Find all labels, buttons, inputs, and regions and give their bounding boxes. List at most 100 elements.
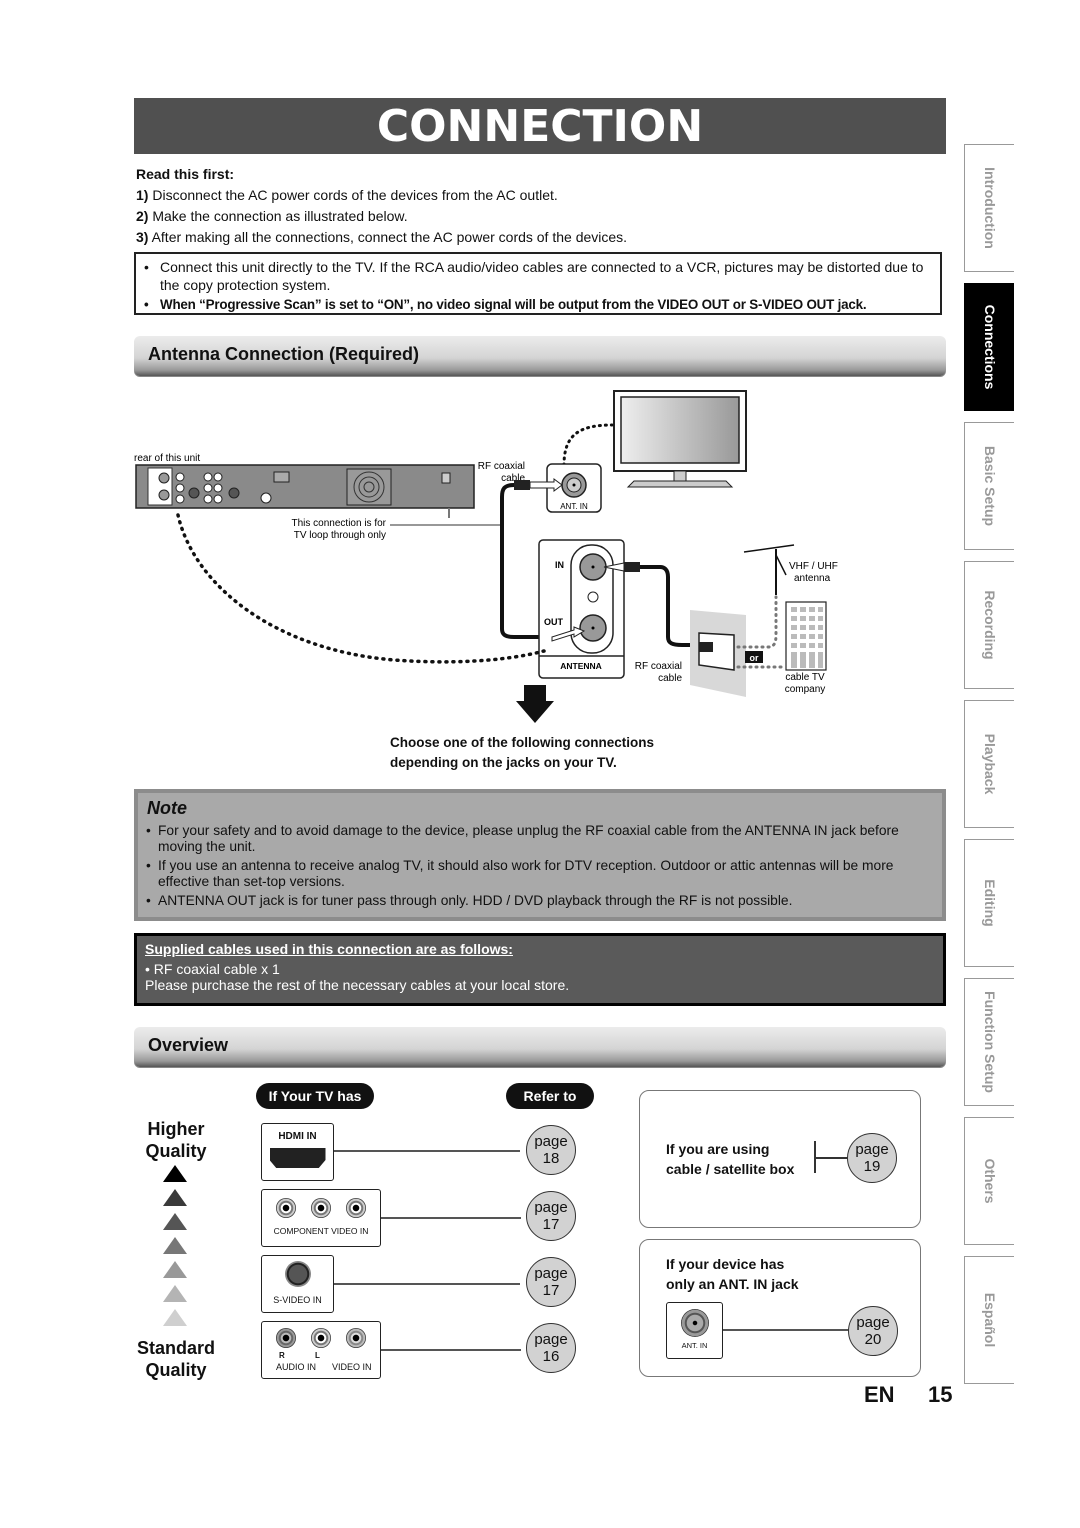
audio-video-jack-box: R L AUDIO IN VIDEO IN xyxy=(261,1321,381,1379)
step-1: 1) Disconnect the AC power cords of the … xyxy=(136,185,627,206)
cable-tv-label-2: company xyxy=(785,684,826,695)
component-jacks xyxy=(262,1198,380,1218)
cable-satellite-box: If you are using cable / satellite box p… xyxy=(639,1090,921,1228)
choose-line-2: depending on the jacks on your TV. xyxy=(390,755,617,770)
read-first-heading: Read this first: xyxy=(136,166,235,182)
tab-espanol[interactable]: Español xyxy=(964,1256,1014,1384)
video-in-label: VIDEO IN xyxy=(332,1362,372,1372)
svideo-jack-box: S-VIDEO IN xyxy=(261,1255,334,1313)
ant-only-line-1: If your device has xyxy=(666,1256,785,1272)
step-text: After making all the connections, connec… xyxy=(148,229,628,245)
audio-r-jack-icon xyxy=(275,1328,296,1348)
ant-only-text: If your device has only an ANT. IN jack xyxy=(666,1254,799,1294)
triangle-icon xyxy=(163,1165,187,1182)
standard-text: Standard xyxy=(136,1338,215,1358)
svideo-port-icon xyxy=(284,1261,311,1287)
vhf-label-2: antenna xyxy=(794,573,831,584)
note-title: Note xyxy=(147,798,187,818)
triangle-icon xyxy=(163,1285,187,1302)
choose-line-1: Choose one of the following connections xyxy=(390,735,654,750)
rf-cable-label-bottom-2: cable xyxy=(658,673,682,684)
connector-line xyxy=(381,1349,521,1351)
triangle-icon xyxy=(163,1237,187,1254)
step-2: 2) Make the connection as illustrated be… xyxy=(136,206,627,227)
antenna-connection-diagram: rear of this unit RF coaxial cable This … xyxy=(134,390,838,723)
tab-basic-setup[interactable]: Basic Setup xyxy=(964,422,1014,550)
tab-connections[interactable]: Connections xyxy=(964,283,1014,411)
cable-tv-label: cable TV xyxy=(785,672,825,683)
supplied-cables-box: Supplied cables used in this connection … xyxy=(134,933,946,1006)
step-number: 2) xyxy=(136,208,149,224)
page-word: page xyxy=(534,1133,568,1150)
tab-label: Español xyxy=(981,1292,998,1348)
note-item: If you use an antenna to receive analog … xyxy=(144,858,938,890)
cable-box-line-1: If you are using xyxy=(666,1141,770,1157)
tab-label: Connections xyxy=(981,304,998,390)
tab-label: Recording xyxy=(981,590,998,660)
page-title-bar: CONNECTION xyxy=(134,98,946,154)
footer-page-number: 15 xyxy=(928,1382,953,1407)
rca-jack-icon xyxy=(275,1198,296,1218)
r-label: R xyxy=(279,1351,285,1360)
down-arrow-icon xyxy=(516,685,554,723)
rca-jack-icon xyxy=(346,1198,367,1218)
page-word: page xyxy=(855,1141,889,1158)
page-ref-16[interactable]: page 16 xyxy=(526,1323,576,1373)
page-number: 19 xyxy=(863,1158,881,1175)
ant-in-label: ANT. IN xyxy=(560,502,588,511)
tab-others[interactable]: Others xyxy=(964,1117,1014,1245)
triangle-icon xyxy=(163,1261,187,1278)
connector-line xyxy=(334,1283,520,1285)
connector-line xyxy=(723,1329,849,1331)
component-label: COMPONENT VIDEO IN xyxy=(273,1226,369,1236)
page-number: 16 xyxy=(542,1348,560,1365)
tab-recording[interactable]: Recording xyxy=(964,561,1014,689)
page-word: page xyxy=(856,1314,890,1331)
tab-function-setup[interactable]: Function Setup xyxy=(964,978,1014,1106)
hdmi-jack-box: HDMI IN xyxy=(261,1123,334,1181)
note-list: For your safety and to avoid damage to t… xyxy=(144,823,938,912)
tab-playback[interactable]: Playback xyxy=(964,700,1014,828)
tab-editing[interactable]: Editing xyxy=(964,839,1014,967)
refer-to-pill: Refer to xyxy=(506,1083,594,1109)
step-3: 3) After making all the connections, con… xyxy=(136,227,627,248)
step-text: Make the connection as illustrated below… xyxy=(148,208,408,224)
audio-l-jack-icon xyxy=(310,1328,331,1348)
cable-box-text: If you are using cable / satellite box xyxy=(666,1139,794,1179)
tab-label: Introduction xyxy=(981,167,998,249)
ant-in-label: ANT. IN xyxy=(681,1341,708,1350)
triangle-icon xyxy=(163,1309,187,1326)
page-ref-18[interactable]: page 18 xyxy=(526,1125,576,1175)
tv-illustration xyxy=(613,390,747,488)
footer-language: EN xyxy=(864,1382,895,1407)
tab-label: Editing xyxy=(981,879,998,927)
page-ref-17-svideo[interactable]: page 17 xyxy=(526,1257,576,1307)
ant-in-jack-box: ANT. IN xyxy=(666,1302,723,1359)
supplied-heading: Supplied cables used in this connection … xyxy=(145,941,513,957)
svideo-label: S-VIDEO IN xyxy=(273,1295,322,1305)
page-number: 18 xyxy=(542,1150,560,1167)
tab-introduction[interactable]: Introduction xyxy=(964,144,1014,272)
note-item: ANTENNA OUT jack is for tuner pass throu… xyxy=(144,893,938,909)
if-tv-has-pill: If Your TV has xyxy=(256,1083,374,1109)
vhf-label: VHF / UHF xyxy=(789,561,838,572)
tab-label: Function Setup xyxy=(981,991,998,1093)
higher-text: Higher xyxy=(147,1119,205,1139)
cable-tv-building xyxy=(785,601,827,671)
triangle-icon xyxy=(163,1189,187,1206)
loop-label-2: TV loop through only xyxy=(294,530,386,541)
audio-in-label: AUDIO IN xyxy=(276,1362,317,1372)
antenna-panel-label: ANTENNA xyxy=(560,661,602,671)
section-title: Antenna Connection (Required) xyxy=(148,344,419,364)
hdmi-label: HDMI IN xyxy=(278,1131,317,1142)
page-ref-19[interactable]: page 19 xyxy=(847,1133,897,1183)
page-word: page xyxy=(534,1199,568,1216)
section-header-overview: Overview xyxy=(134,1027,946,1067)
page-ref-20[interactable]: page 20 xyxy=(848,1306,898,1356)
ant-in-only-box: If your device has only an ANT. IN jack … xyxy=(639,1239,921,1377)
page-ref-17-component[interactable]: page 17 xyxy=(526,1191,576,1241)
l-label: L xyxy=(315,1351,320,1360)
read-this-first: Read this first: 1) Disconnect the AC po… xyxy=(136,164,627,248)
section-title: Overview xyxy=(148,1035,229,1055)
or-label: or xyxy=(750,653,759,663)
